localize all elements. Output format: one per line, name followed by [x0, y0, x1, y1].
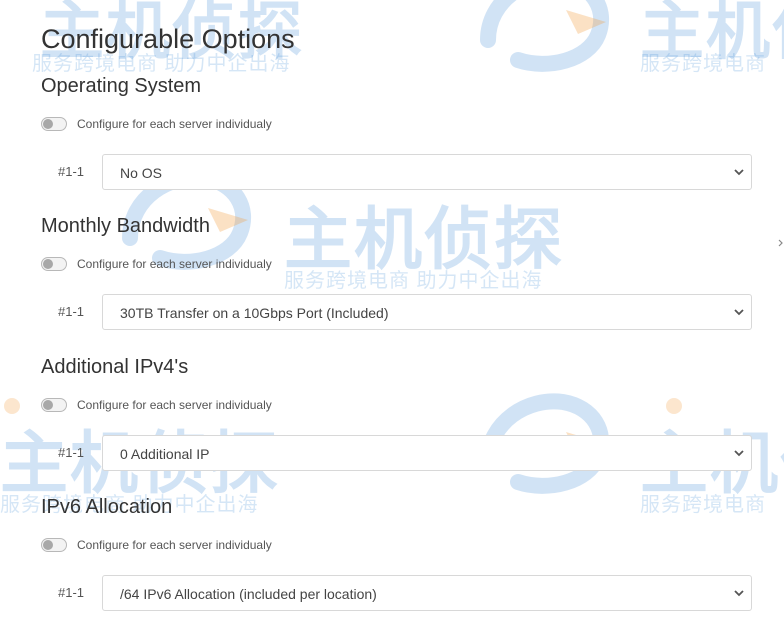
selected-value: No OS [120, 165, 163, 181]
bandwidth-select[interactable]: 30TB Transfer on a 10Gbps Port (Included… [102, 294, 752, 330]
os-select[interactable]: No OS [102, 154, 752, 190]
toggle-knob [43, 259, 53, 269]
per-server-toggle[interactable] [41, 398, 67, 412]
chevron-down-icon [734, 309, 744, 316]
per-server-toggle[interactable] [41, 257, 67, 271]
section-title: Additional IPv4's [41, 356, 189, 378]
selected-value: /64 IPv6 Allocation (included per locati… [120, 586, 377, 602]
toggle-label: Configure for each server individualy [77, 538, 272, 552]
toggle-knob [43, 540, 53, 550]
section-title: IPv6 Allocation [41, 496, 173, 518]
scroll-caret-icon [778, 239, 783, 247]
ipv4-select[interactable]: 0 Additional IP [102, 435, 752, 471]
ipv6-select[interactable]: /64 IPv6 Allocation (included per locati… [102, 575, 752, 611]
chevron-down-icon [734, 169, 744, 176]
per-server-toggle-row: Configure for each server individualy [41, 536, 272, 554]
option-row: #1-1 /64 IPv6 Allocation (included per l… [0, 575, 784, 611]
option-row: #1-1 30TB Transfer on a 10Gbps Port (Inc… [0, 294, 784, 330]
section-title: Operating System [41, 75, 202, 97]
toggle-label: Configure for each server individualy [77, 257, 272, 271]
watermark-brand: 主机侦探 [640, 0, 784, 67]
per-server-toggle[interactable] [41, 117, 67, 131]
per-server-toggle-row: Configure for each server individualy [41, 396, 272, 414]
option-id: #1-1 [58, 164, 85, 179]
selected-value: 30TB Transfer on a 10Gbps Port (Included… [120, 305, 389, 321]
watermark-logo-icon [480, 0, 610, 72]
option-row: #1-1 0 Additional IP [0, 435, 784, 471]
option-id: #1-1 [58, 304, 85, 319]
per-server-toggle-row: Configure for each server individualy [41, 115, 272, 133]
toggle-label: Configure for each server individualy [77, 398, 272, 412]
chevron-down-icon [734, 590, 744, 597]
selected-value: 0 Additional IP [120, 446, 210, 462]
toggle-knob [43, 400, 53, 410]
option-id: #1-1 [58, 445, 85, 460]
section-title: Monthly Bandwidth [41, 215, 210, 237]
section-additional-ipv4: Additional IPv4's Configure for each ser… [0, 356, 784, 496]
per-server-toggle-row: Configure for each server individualy [41, 255, 272, 273]
toggle-label: Configure for each server individualy [77, 117, 272, 131]
per-server-toggle[interactable] [41, 538, 67, 552]
watermark-slogan: 服务跨境电商 [640, 53, 766, 75]
option-id: #1-1 [58, 585, 85, 600]
section-monthly-bandwidth: Monthly Bandwidth Configure for each ser… [0, 215, 784, 355]
section-ipv6-allocation: IPv6 Allocation Configure for each serve… [0, 496, 784, 636]
toggle-knob [43, 119, 53, 129]
option-row: #1-1 No OS [0, 154, 784, 190]
section-operating-system: Operating System Configure for each serv… [0, 75, 784, 215]
chevron-down-icon [734, 450, 744, 457]
page-title: Configurable Options [41, 24, 295, 54]
